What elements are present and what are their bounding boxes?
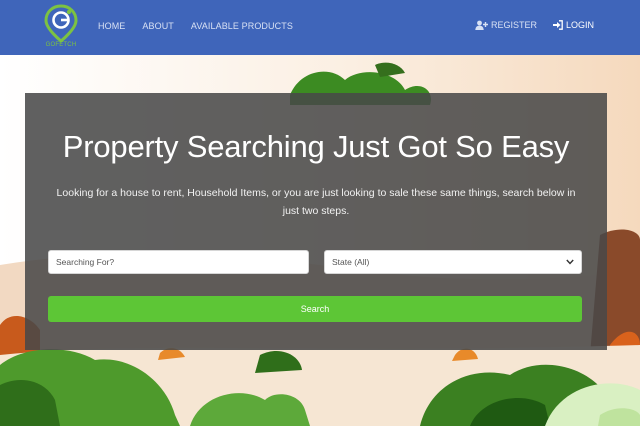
hero-search-panel: Property Searching Just Got So Easy Look…: [25, 93, 607, 350]
navbar: GOFETCH HOME ABOUT AVAILABLE PRODUCTS RE…: [0, 0, 640, 55]
nav-home-link[interactable]: HOME: [98, 21, 125, 31]
login-link[interactable]: LOGIN: [552, 20, 594, 30]
searching-for-input[interactable]: Searching For?: [48, 250, 309, 274]
state-select-value: State (All): [332, 257, 370, 267]
hero-headline: Property Searching Just Got So Easy: [62, 129, 570, 164]
brand-name: GOFETCH: [45, 42, 77, 48]
location-pin-logo-icon: [44, 4, 78, 43]
login-label: LOGIN: [565, 20, 594, 30]
main-nav: HOME ABOUT AVAILABLE PRODUCTS: [98, 21, 293, 31]
nav-about-link[interactable]: ABOUT: [142, 21, 174, 31]
chevron-down-icon: [566, 259, 574, 265]
register-link[interactable]: REGISTER: [475, 20, 537, 30]
search-button[interactable]: Search: [48, 296, 582, 322]
user-plus-icon: [475, 20, 488, 30]
searching-for-placeholder: Searching For?: [56, 257, 115, 267]
state-select[interactable]: State (All): [324, 250, 582, 274]
sign-in-icon: [552, 20, 563, 30]
nav-available-products-link[interactable]: AVAILABLE PRODUCTS: [191, 21, 293, 31]
register-label: REGISTER: [490, 20, 537, 30]
brand-logo[interactable]: GOFETCH: [42, 4, 80, 52]
auth-nav: REGISTER LOGIN: [475, 20, 594, 30]
hero-subtext: Looking for a house to rent, Household I…: [56, 187, 576, 217]
